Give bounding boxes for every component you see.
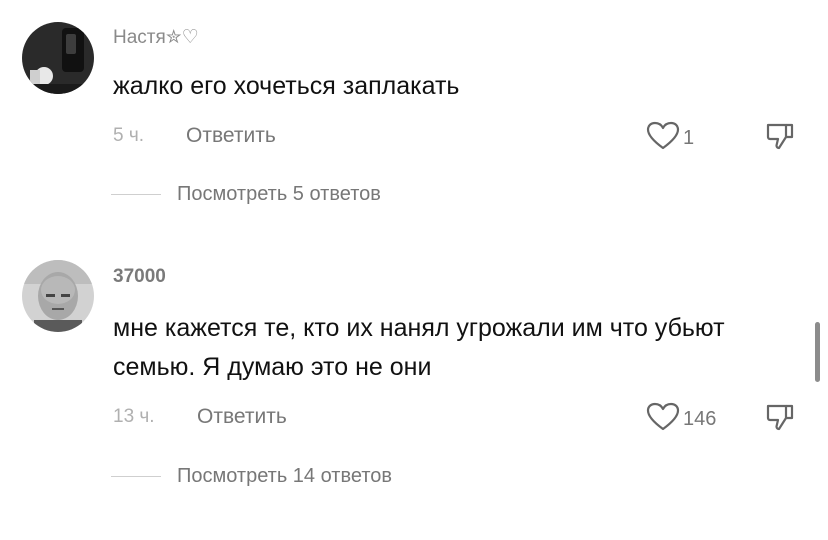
username-decoration: ✮♡ (165, 27, 199, 48)
like-button[interactable]: 146 (646, 402, 716, 437)
view-replies-button[interactable]: Посмотреть 5 ответов (111, 183, 381, 206)
like-count: 146 (683, 408, 717, 430)
avatar[interactable] (22, 22, 94, 94)
dislike-button[interactable] (764, 402, 796, 439)
username[interactable]: 37000 (113, 266, 166, 288)
comment-timestamp: 5 ч. (113, 125, 145, 146)
reply-button[interactable]: Ответить (197, 405, 287, 429)
dislike-button[interactable] (764, 121, 796, 158)
avatar[interactable] (22, 260, 94, 332)
reply-button[interactable]: Ответить (186, 124, 276, 148)
username-text: Настя (113, 27, 166, 48)
username-text: 37000 (113, 266, 166, 287)
view-replies-label: Посмотреть 5 ответов (177, 183, 381, 205)
username[interactable]: Настя✮♡ (113, 26, 199, 49)
thumbs-down-outline-icon (764, 404, 796, 438)
view-replies-label: Посмотреть 14 ответов (177, 465, 392, 487)
comment-timestamp: 13 ч. (113, 406, 155, 427)
heart-outline-icon (646, 402, 680, 437)
divider (111, 194, 161, 195)
comment-text: мне кажется те, кто их нанял угрожали им… (113, 314, 725, 381)
like-count: 1 (683, 127, 695, 149)
view-replies-button[interactable]: Посмотреть 14 ответов (111, 465, 392, 488)
scrollbar[interactable] (815, 322, 820, 382)
thumbs-down-outline-icon (764, 123, 796, 157)
divider (111, 476, 161, 477)
comment-text: жалко его хочеться заплакать (113, 72, 460, 100)
heart-outline-icon (646, 121, 680, 156)
like-button[interactable]: 1 (646, 121, 694, 156)
